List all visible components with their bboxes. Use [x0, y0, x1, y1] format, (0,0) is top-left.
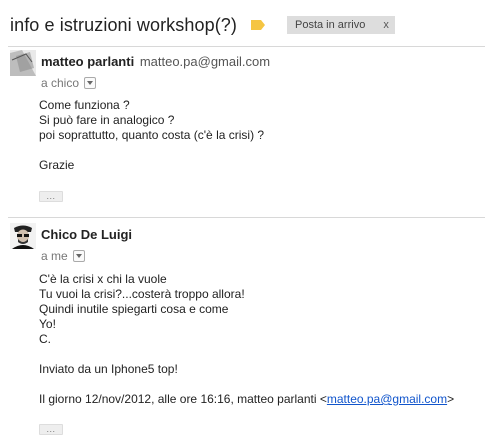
- body-line: Yo!: [39, 317, 56, 331]
- body-line: C'è la crisi x chi la vuole: [39, 272, 167, 286]
- divider: [8, 217, 485, 218]
- thread-header: info e istruzioni workshop(?) Posta in a…: [10, 12, 395, 38]
- show-trimmed-content-button[interactable]: ...: [39, 424, 63, 435]
- body-line: [39, 143, 264, 158]
- sender-line: matteo parlanti matteo.pa@gmail.com: [41, 54, 270, 69]
- message-body: C'è la crisi x chi la vuole Tu vuoi la c…: [39, 272, 454, 407]
- show-details-button[interactable]: [72, 250, 85, 262]
- sender-avatar: [10, 223, 36, 249]
- body-line: Grazie: [39, 158, 75, 172]
- recipient-line[interactable]: a chico: [41, 76, 97, 90]
- chevron-down-icon: [87, 81, 94, 85]
- message-1[interactable]: matteo parlanti matteo.pa@gmail.com a ch…: [10, 50, 480, 210]
- sender-name: Chico De Luigi: [41, 227, 132, 242]
- inbox-label-text: Posta in arrivo: [295, 19, 366, 31]
- label-tag-icon[interactable]: [251, 20, 265, 30]
- recipient-line[interactable]: a me: [41, 249, 85, 263]
- body-line: C.: [39, 332, 51, 346]
- inbox-label-chip[interactable]: Posta in arrivo x: [287, 16, 395, 34]
- body-line: [39, 377, 454, 392]
- sender-name: matteo parlanti: [41, 54, 135, 69]
- recipient-text: a chico: [41, 76, 80, 90]
- quote-line: Il giorno 12/nov/2012, alle ore 16:16, m…: [39, 392, 455, 406]
- recipient-text: a me: [41, 249, 68, 263]
- show-trimmed-content-button[interactable]: ...: [39, 191, 63, 202]
- divider: [8, 46, 485, 47]
- message-body: Come funziona ? Si può fare in analogico…: [39, 98, 264, 173]
- body-line: Si può fare in analogico ?: [39, 113, 175, 127]
- show-details-button[interactable]: [84, 77, 97, 89]
- message-2[interactable]: Chico De Luigi a me C'è la crisi x chi l…: [10, 223, 480, 438]
- body-line: Inviato da un Iphone5 top!: [39, 362, 178, 376]
- sender-avatar: [10, 50, 36, 76]
- sender-email: matteo.pa@gmail.com: [139, 54, 271, 69]
- body-line: [39, 347, 454, 362]
- body-line: Come funziona ?: [39, 98, 130, 112]
- body-line: Tu vuoi la crisi?...costerà troppo allor…: [39, 287, 245, 301]
- body-line: Quindi inutile spiegarti cosa e come: [39, 302, 229, 316]
- quoted-email-link[interactable]: matteo.pa@gmail.com: [327, 392, 447, 406]
- chevron-down-icon: [75, 254, 82, 258]
- sender-line: Chico De Luigi: [41, 227, 132, 242]
- remove-label-button[interactable]: x: [383, 19, 389, 31]
- thread-subject: info e istruzioni workshop(?): [10, 14, 237, 35]
- body-line: poi soprattutto, quanto costa (c'è la cr…: [39, 128, 265, 142]
